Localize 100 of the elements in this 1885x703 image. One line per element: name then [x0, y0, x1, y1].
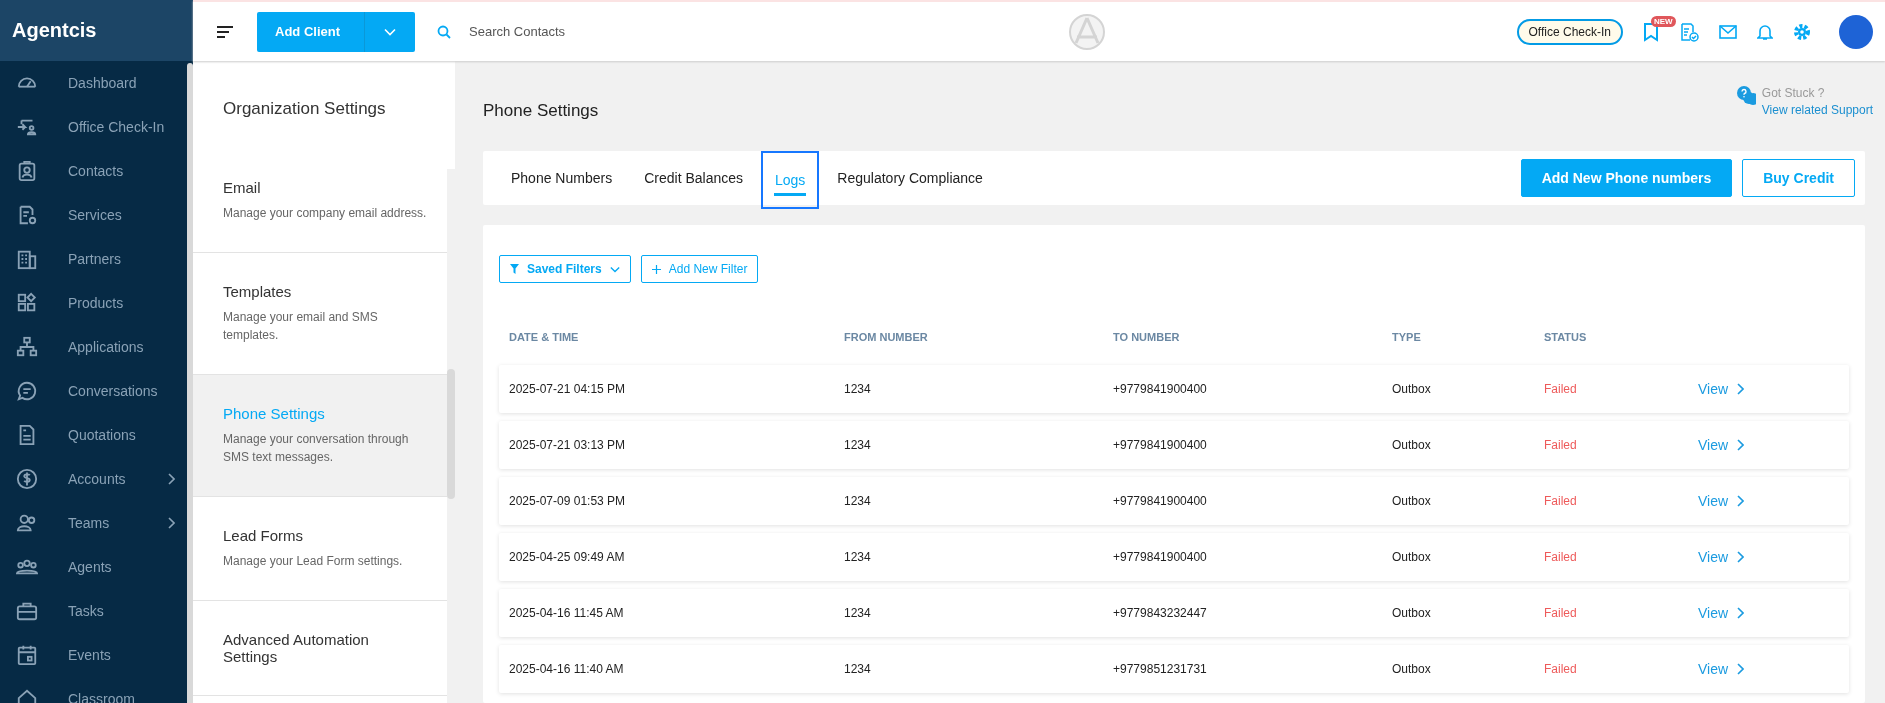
sidebar-label: Quotations — [68, 427, 137, 443]
settings-item-description: Manage your conversation through SMS text messages. — [223, 431, 410, 466]
status-text: Failed — [1543, 550, 1578, 564]
table-cell-text: 1234 — [843, 550, 872, 564]
table-cell-text: Outbox — [1391, 662, 1432, 676]
sidebar-label: Accounts — [68, 471, 127, 487]
calendar-icon — [16, 644, 38, 666]
sidebar-item[interactable]: Dashboard — [0, 61, 187, 105]
column-header: TO NUMBER — [1112, 331, 1181, 343]
view-link[interactable]: View — [1694, 549, 1749, 565]
bell-icon[interactable] — [1757, 22, 1773, 41]
settings-item-title: Phone Settings — [223, 405, 326, 422]
table-cell-text: +9779841900400 — [1112, 382, 1208, 396]
sidebar-item[interactable]: Events — [0, 633, 187, 677]
sidebar-item[interactable]: Services — [0, 193, 187, 237]
document-check-icon[interactable] — [1679, 21, 1699, 42]
table-cell-text: 2025-07-09 01:53 PM — [508, 494, 627, 508]
help-chat-icon — [1735, 85, 1756, 105]
sidebar-label: Agents — [68, 559, 113, 575]
table-cell-text: 1234 — [843, 382, 872, 396]
sidebar-item[interactable]: Products — [0, 281, 187, 325]
dollar-icon — [16, 468, 38, 490]
tab[interactable]: Regulatory Compliance — [823, 149, 997, 207]
settings-item-title: Lead Forms — [223, 527, 305, 544]
grid-icon — [16, 292, 38, 314]
people-icon — [16, 512, 38, 534]
panel-title: Organization Settings — [222, 98, 387, 120]
filter-icon — [510, 264, 519, 274]
sidebar-item[interactable]: Office Check-In — [0, 105, 187, 149]
office-check-in-button[interactable]: Office Check-In — [1516, 18, 1623, 45]
sidebar-item[interactable]: Conversations — [0, 369, 187, 413]
table-cell-text: 1234 — [843, 606, 872, 620]
chevron-down-icon — [384, 27, 396, 36]
sidebar-item[interactable]: Agents — [0, 545, 187, 589]
table-cell-text: +9779841900400 — [1112, 494, 1208, 508]
table-cell-text: Outbox — [1391, 550, 1432, 564]
table-cell-text: Outbox — [1391, 382, 1432, 396]
sidebar-item[interactable]: Teams — [0, 501, 187, 545]
sidebar-label: Products — [68, 295, 125, 311]
view-link[interactable]: View — [1694, 381, 1749, 397]
status-text: Failed — [1543, 494, 1578, 508]
chevron-right-icon — [1736, 495, 1745, 507]
scrollbar-thumb[interactable] — [447, 369, 455, 499]
sidebar-label: Services — [68, 207, 123, 223]
mail-icon[interactable] — [1719, 24, 1737, 39]
table-cell-text: +9779841900400 — [1112, 438, 1208, 452]
sidebar-label: Partners — [68, 251, 122, 267]
table-cell-text: 1234 — [843, 662, 872, 676]
table-cell-text: +9779841900400 — [1112, 550, 1208, 564]
sidebar-item[interactable]: Quotations — [0, 413, 187, 457]
table-cell-text: 2025-07-21 04:15 PM — [508, 382, 627, 396]
table-cell-text: +9779843232447 — [1112, 606, 1208, 620]
sidebar-item[interactable]: Contacts — [0, 149, 187, 193]
table-cell-text: Outbox — [1391, 606, 1432, 620]
support-link[interactable]: View related Support — [1761, 102, 1873, 119]
chevron-right-icon — [1736, 551, 1745, 563]
sidebar-label: Tasks — [68, 603, 105, 619]
menu-icon[interactable] — [217, 25, 233, 38]
table-cell-text: 1234 — [843, 438, 872, 452]
settings-icon[interactable] — [1793, 22, 1811, 41]
chat-icon — [16, 380, 38, 402]
contact-card-icon — [16, 160, 38, 182]
column-header: DATE & TIME — [508, 331, 580, 343]
table-cell-text: 1234 — [843, 494, 872, 508]
table-cell-text: 2025-04-16 11:45 AM — [508, 606, 625, 620]
settings-item-description: Manage your Lead Form settings. — [223, 553, 404, 570]
table-cell-text: Outbox — [1391, 438, 1432, 452]
chevron-right-icon — [1736, 607, 1745, 619]
view-link[interactable]: View — [1694, 605, 1749, 621]
view-link[interactable]: View — [1694, 661, 1749, 677]
chevron-down-icon — [609, 265, 620, 273]
status-text: Failed — [1543, 382, 1578, 396]
tab[interactable]: Credit Balances — [630, 149, 757, 207]
table-cell-text: 2025-07-21 03:13 PM — [508, 438, 627, 452]
brand-name: Agentcis — [12, 19, 97, 42]
settings-item-description: Manage your email and SMS templates. — [223, 309, 379, 344]
sidebar-label: Dashboard — [68, 75, 138, 91]
sidebar-item[interactable]: Partners — [0, 237, 187, 281]
column-header: STATUS — [1543, 331, 1588, 343]
sidebar-item[interactable]: Accounts — [0, 457, 187, 501]
sidebar-label: Teams — [68, 515, 111, 531]
search-icon — [437, 24, 451, 39]
column-header: FROM NUMBER — [843, 331, 929, 343]
status-text: Failed — [1543, 662, 1578, 676]
settings-item-title: Advanced Automation Settings — [223, 631, 370, 665]
new-badge: NEW — [1651, 15, 1676, 27]
chevron-right-icon — [167, 517, 175, 529]
tab[interactable]: Phone Numbers — [497, 149, 627, 207]
column-header: TYPE — [1391, 331, 1422, 343]
status-text: Failed — [1543, 438, 1578, 452]
view-link[interactable]: View — [1694, 437, 1749, 453]
settings-item[interactable]: Phone Settings Manage your conversation through SMS text messages. — [193, 375, 447, 497]
sidebar-item[interactable]: Applications — [0, 325, 187, 369]
table-cell-text: +9779851231731 — [1112, 662, 1208, 676]
page-title: Phone Settings — [483, 101, 599, 121]
sidebar-label: Events — [68, 647, 112, 663]
view-link[interactable]: View — [1694, 493, 1749, 509]
sidebar-item[interactable]: Tasks — [0, 589, 187, 633]
scrollbar[interactable] — [187, 63, 193, 703]
avatar[interactable] — [1839, 14, 1873, 49]
